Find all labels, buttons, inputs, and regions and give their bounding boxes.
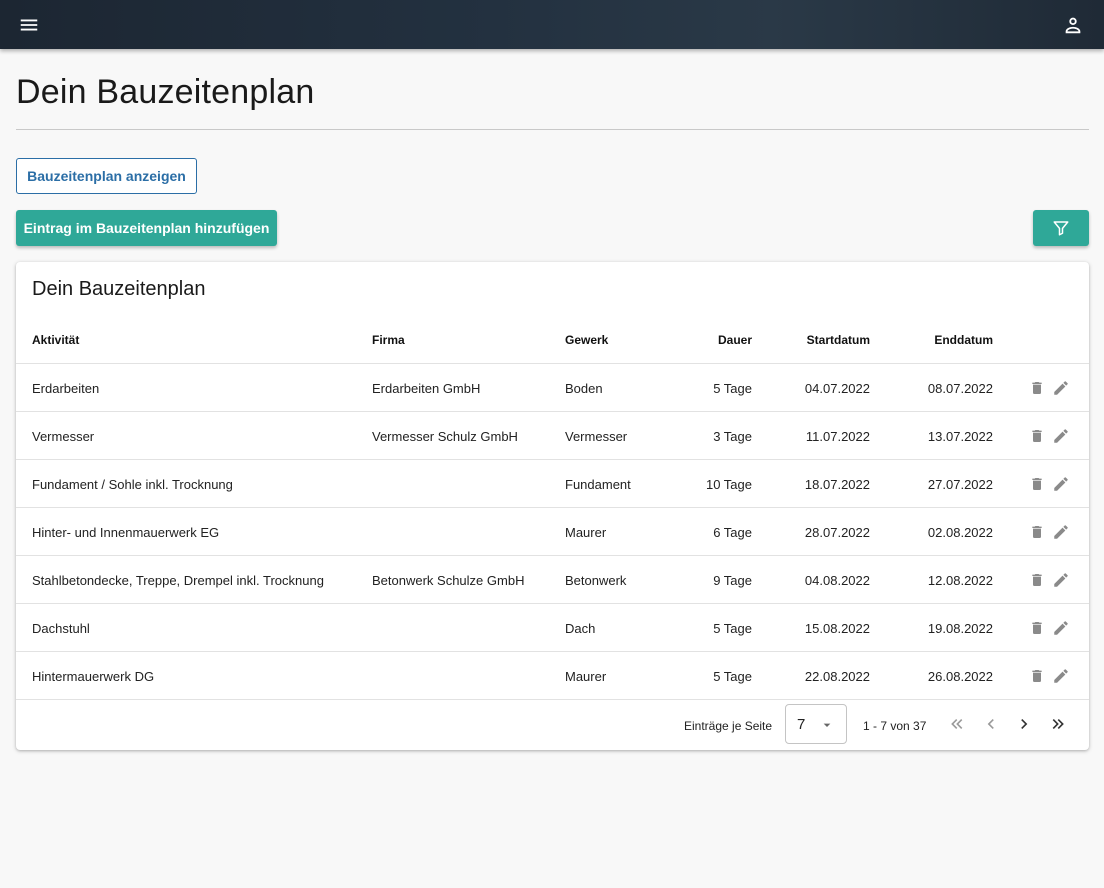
cell-gewerk: Fundament: [565, 477, 631, 492]
show-plan-button[interactable]: Bauzeitenplan anzeigen: [16, 158, 197, 194]
trash-icon[interactable]: [1029, 379, 1045, 397]
cell-aktivitaet: Fundament / Sohle inkl. Trocknung: [32, 477, 233, 492]
column-header-enddatum[interactable]: Enddatum: [934, 333, 993, 347]
page-size-select[interactable]: 7: [785, 704, 847, 744]
cell-startdatum: 18.07.2022: [804, 477, 870, 492]
pencil-icon[interactable]: [1052, 523, 1070, 541]
trash-icon[interactable]: [1029, 427, 1045, 445]
cell-aktivitaet: Erdarbeiten: [32, 381, 100, 396]
cell-enddatum: 13.07.2022: [927, 429, 993, 444]
cell-enddatum: 27.07.2022: [927, 477, 993, 492]
trash-icon[interactable]: [1029, 523, 1045, 541]
table-body: Erdarbeiten Erdarbeiten GmbH Boden 5 Tag…: [16, 364, 1089, 700]
account-icon[interactable]: [1058, 10, 1088, 40]
column-header-firma[interactable]: Firma: [372, 333, 405, 347]
cell-startdatum: 15.08.2022: [804, 621, 870, 636]
next-page-icon[interactable]: [1012, 712, 1036, 736]
cell-startdatum: 11.07.2022: [805, 429, 870, 444]
pencil-icon[interactable]: [1052, 379, 1070, 397]
page-size-value: 7: [797, 716, 806, 733]
first-page-icon[interactable]: [945, 712, 969, 736]
cell-gewerk: Maurer: [565, 525, 607, 540]
pencil-icon[interactable]: [1052, 571, 1070, 589]
cell-dauer: 5 Tage: [713, 669, 752, 684]
cell-dauer: 5 Tage: [713, 621, 752, 636]
menu-icon[interactable]: [14, 10, 44, 40]
table-row[interactable]: Stahlbetondecke, Treppe, Drempel inkl. T…: [16, 556, 1089, 604]
title-divider: [16, 129, 1089, 130]
column-header-gewerk[interactable]: Gewerk: [565, 333, 608, 347]
cell-aktivitaet: Hinter- und Innenmauerwerk EG: [32, 525, 220, 540]
add-entry-button[interactable]: Eintrag im Bauzeitenplan hinzufügen: [16, 210, 277, 246]
trash-icon[interactable]: [1029, 619, 1045, 637]
cell-firma: Vermesser Schulz GmbH: [372, 429, 518, 444]
cell-enddatum: 02.08.2022: [927, 525, 993, 540]
pencil-icon[interactable]: [1052, 475, 1070, 493]
pencil-icon[interactable]: [1052, 427, 1070, 445]
cell-dauer: 6 Tage: [713, 525, 752, 540]
cell-gewerk: Dach: [565, 621, 596, 636]
last-page-icon[interactable]: [1046, 712, 1070, 736]
cell-startdatum: 22.08.2022: [804, 669, 870, 684]
pencil-icon[interactable]: [1052, 667, 1070, 685]
cell-aktivitaet: Stahlbetondecke, Treppe, Drempel inkl. T…: [32, 573, 324, 588]
table-row[interactable]: Fundament / Sohle inkl. Trocknung Fundam…: [16, 460, 1089, 508]
column-header-dauer[interactable]: Dauer: [718, 333, 752, 347]
cell-enddatum: 26.08.2022: [927, 669, 993, 684]
previous-page-icon[interactable]: [979, 712, 1003, 736]
cell-dauer: 10 Tage: [705, 477, 752, 492]
cell-firma: Erdarbeiten GmbH: [372, 381, 481, 396]
trash-icon[interactable]: [1029, 571, 1045, 589]
cell-dauer: 5 Tage: [713, 381, 752, 396]
cell-aktivitaet: Vermesser: [32, 429, 95, 444]
cell-enddatum: 08.07.2022: [927, 381, 993, 396]
cell-dauer: 9 Tage: [713, 573, 752, 588]
page-size-label: Einträge je Seite: [684, 719, 773, 733]
top-app-bar: [0, 0, 1104, 49]
paginator: Einträge je Seite 7 1 - 7 von 37: [16, 700, 1089, 750]
table-row[interactable]: Vermesser Vermesser Schulz GmbH Vermesse…: [16, 412, 1089, 460]
column-header-aktivitaet[interactable]: Aktivität: [32, 333, 79, 347]
cell-firma: Betonwerk Schulze GmbH: [372, 573, 525, 588]
card-title: Dein Bauzeitenplan: [32, 278, 206, 300]
trash-icon[interactable]: [1029, 475, 1045, 493]
table-header: Aktivität Firma Gewerk Dauer Startdatum …: [16, 316, 1089, 364]
cell-dauer: 3 Tage: [713, 429, 752, 444]
pencil-icon[interactable]: [1052, 619, 1070, 637]
cell-gewerk: Maurer: [565, 669, 607, 684]
schedule-card: Dein Bauzeitenplan Aktivität Firma Gewer…: [16, 262, 1089, 750]
page-title: Dein Bauzeitenplan: [16, 73, 315, 111]
cell-startdatum: 04.08.2022: [804, 573, 870, 588]
column-header-startdatum[interactable]: Startdatum: [807, 333, 870, 347]
filter-button[interactable]: [1033, 210, 1089, 246]
page-range-label: 1 - 7 von 37: [863, 719, 927, 733]
cell-gewerk: Betonwerk: [565, 573, 627, 588]
dropdown-arrow-icon: [823, 723, 831, 727]
table-row[interactable]: Erdarbeiten Erdarbeiten GmbH Boden 5 Tag…: [16, 364, 1089, 412]
table-row[interactable]: Hintermauerwerk DG Maurer 5 Tage 22.08.2…: [16, 652, 1089, 700]
cell-startdatum: 04.07.2022: [804, 381, 870, 396]
trash-icon[interactable]: [1029, 667, 1045, 685]
cell-aktivitaet: Dachstuhl: [32, 621, 90, 636]
cell-aktivitaet: Hintermauerwerk DG: [32, 669, 155, 684]
cell-enddatum: 19.08.2022: [927, 621, 993, 636]
cell-enddatum: 12.08.2022: [927, 573, 993, 588]
cell-gewerk: Boden: [565, 381, 603, 396]
table-row[interactable]: Hinter- und Innenmauerwerk EG Maurer 6 T…: [16, 508, 1089, 556]
cell-gewerk: Vermesser: [565, 429, 628, 444]
table-row[interactable]: Dachstuhl Dach 5 Tage 15.08.2022 19.08.2…: [16, 604, 1089, 652]
filter-icon: [1053, 221, 1069, 236]
cell-startdatum: 28.07.2022: [804, 525, 870, 540]
